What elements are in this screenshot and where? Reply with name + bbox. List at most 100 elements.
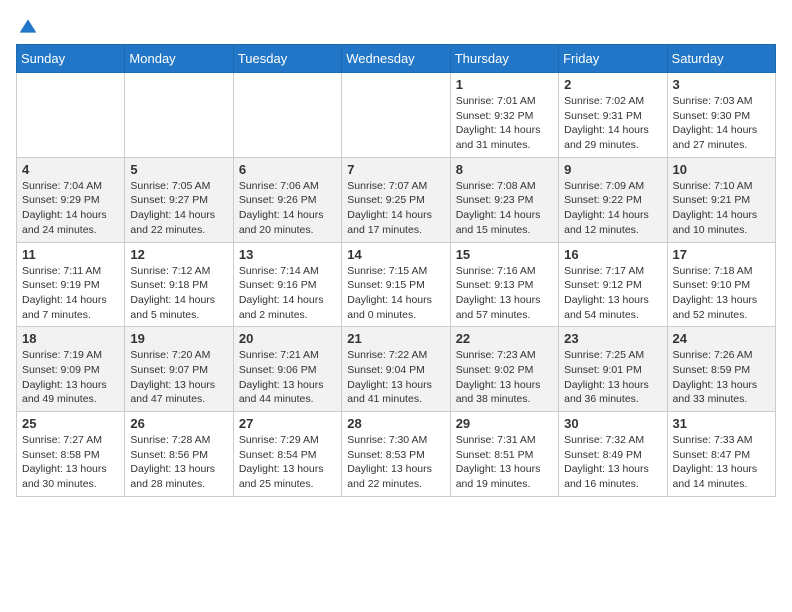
logo-icon — [18, 16, 38, 36]
day-detail: Sunrise: 7:09 AM Sunset: 9:22 PM Dayligh… — [564, 179, 661, 238]
day-number: 14 — [347, 247, 444, 262]
day-number: 2 — [564, 77, 661, 92]
day-detail: Sunrise: 7:05 AM Sunset: 9:27 PM Dayligh… — [130, 179, 227, 238]
day-detail: Sunrise: 7:26 AM Sunset: 8:59 PM Dayligh… — [673, 348, 770, 407]
day-number: 7 — [347, 162, 444, 177]
calendar-cell: 9 Sunrise: 7:09 AM Sunset: 9:22 PM Daylig… — [559, 157, 667, 242]
calendar-cell: 31 Sunrise: 7:33 AM Sunset: 8:47 PM Dayli… — [667, 412, 775, 497]
day-header-tuesday: Tuesday — [233, 45, 341, 73]
calendar-cell — [125, 73, 233, 158]
calendar-cell: 8 Sunrise: 7:08 AM Sunset: 9:23 PM Daylig… — [450, 157, 558, 242]
day-number: 30 — [564, 416, 661, 431]
calendar-cell: 25Sunrise: 7:27 AM Sunset: 8:58 PM Dayli… — [17, 412, 125, 497]
day-detail: Sunrise: 7:08 AM Sunset: 9:23 PM Dayligh… — [456, 179, 553, 238]
calendar-header-row: SundayMondayTuesdayWednesdayThursdayFrid… — [17, 45, 776, 73]
day-number: 4 — [22, 162, 119, 177]
calendar-table: SundayMondayTuesdayWednesdayThursdayFrid… — [16, 44, 776, 497]
day-number: 8 — [456, 162, 553, 177]
day-detail: Sunrise: 7:14 AM Sunset: 9:16 PM Dayligh… — [239, 264, 336, 323]
day-header-saturday: Saturday — [667, 45, 775, 73]
calendar-cell: 27 Sunrise: 7:29 AM Sunset: 8:54 PM Dayli… — [233, 412, 341, 497]
logo — [16, 16, 38, 36]
calendar-cell: 5 Sunrise: 7:05 AM Sunset: 9:27 PM Daylig… — [125, 157, 233, 242]
day-detail: Sunrise: 7:17 AM Sunset: 9:12 PM Dayligh… — [564, 264, 661, 323]
calendar-cell — [233, 73, 341, 158]
calendar-cell: 26 Sunrise: 7:28 AM Sunset: 8:56 PM Dayli… — [125, 412, 233, 497]
calendar-week-row: 11Sunrise: 7:11 AM Sunset: 9:19 PM Dayli… — [17, 242, 776, 327]
day-number: 21 — [347, 331, 444, 346]
day-number: 3 — [673, 77, 770, 92]
calendar-cell: 3 Sunrise: 7:03 AM Sunset: 9:30 PM Daylig… — [667, 73, 775, 158]
calendar-cell: 11Sunrise: 7:11 AM Sunset: 9:19 PM Dayli… — [17, 242, 125, 327]
calendar-cell: 28 Sunrise: 7:30 AM Sunset: 8:53 PM Dayli… — [342, 412, 450, 497]
day-detail: Sunrise: 7:16 AM Sunset: 9:13 PM Dayligh… — [456, 264, 553, 323]
calendar-cell: 29Sunrise: 7:31 AM Sunset: 8:51 PM Dayli… — [450, 412, 558, 497]
day-detail: Sunrise: 7:03 AM Sunset: 9:30 PM Dayligh… — [673, 94, 770, 153]
day-number: 9 — [564, 162, 661, 177]
day-detail: Sunrise: 7:18 AM Sunset: 9:10 PM Dayligh… — [673, 264, 770, 323]
calendar-week-row: 1 Sunrise: 7:01 AM Sunset: 9:32 PM Daylig… — [17, 73, 776, 158]
day-detail: Sunrise: 7:21 AM Sunset: 9:06 PM Dayligh… — [239, 348, 336, 407]
day-number: 27 — [239, 416, 336, 431]
calendar-cell: 13 Sunrise: 7:14 AM Sunset: 9:16 PM Dayli… — [233, 242, 341, 327]
calendar-cell — [17, 73, 125, 158]
day-detail: Sunrise: 7:28 AM Sunset: 8:56 PM Dayligh… — [130, 433, 227, 492]
calendar-week-row: 25Sunrise: 7:27 AM Sunset: 8:58 PM Dayli… — [17, 412, 776, 497]
calendar-cell: 16 Sunrise: 7:17 AM Sunset: 9:12 PM Dayli… — [559, 242, 667, 327]
day-detail: Sunrise: 7:25 AM Sunset: 9:01 PM Dayligh… — [564, 348, 661, 407]
day-detail: Sunrise: 7:15 AM Sunset: 9:15 PM Dayligh… — [347, 264, 444, 323]
day-detail: Sunrise: 7:22 AM Sunset: 9:04 PM Dayligh… — [347, 348, 444, 407]
day-detail: Sunrise: 7:01 AM Sunset: 9:32 PM Dayligh… — [456, 94, 553, 153]
calendar-cell: 14 Sunrise: 7:15 AM Sunset: 9:15 PM Dayli… — [342, 242, 450, 327]
day-header-friday: Friday — [559, 45, 667, 73]
day-number: 12 — [130, 247, 227, 262]
day-number: 26 — [130, 416, 227, 431]
calendar-cell: 2 Sunrise: 7:02 AM Sunset: 9:31 PM Daylig… — [559, 73, 667, 158]
day-detail: Sunrise: 7:31 AM Sunset: 8:51 PM Dayligh… — [456, 433, 553, 492]
day-number: 13 — [239, 247, 336, 262]
day-detail: Sunrise: 7:10 AM Sunset: 9:21 PM Dayligh… — [673, 179, 770, 238]
calendar-cell: 18 Sunrise: 7:19 AM Sunset: 9:09 PM Dayli… — [17, 327, 125, 412]
day-detail: Sunrise: 7:29 AM Sunset: 8:54 PM Dayligh… — [239, 433, 336, 492]
day-header-thursday: Thursday — [450, 45, 558, 73]
day-header-sunday: Sunday — [17, 45, 125, 73]
calendar-cell: 24Sunrise: 7:26 AM Sunset: 8:59 PM Dayli… — [667, 327, 775, 412]
calendar-cell: 22Sunrise: 7:23 AM Sunset: 9:02 PM Dayli… — [450, 327, 558, 412]
calendar-cell: 1 Sunrise: 7:01 AM Sunset: 9:32 PM Daylig… — [450, 73, 558, 158]
calendar-cell: 12Sunrise: 7:12 AM Sunset: 9:18 PM Dayli… — [125, 242, 233, 327]
day-detail: Sunrise: 7:30 AM Sunset: 8:53 PM Dayligh… — [347, 433, 444, 492]
day-number: 11 — [22, 247, 119, 262]
day-number: 19 — [130, 331, 227, 346]
day-number: 5 — [130, 162, 227, 177]
day-number: 17 — [673, 247, 770, 262]
calendar-cell: 30 Sunrise: 7:32 AM Sunset: 8:49 PM Dayli… — [559, 412, 667, 497]
calendar-cell: 23 Sunrise: 7:25 AM Sunset: 9:01 PM Dayli… — [559, 327, 667, 412]
header — [16, 16, 776, 36]
day-detail: Sunrise: 7:07 AM Sunset: 9:25 PM Dayligh… — [347, 179, 444, 238]
day-detail: Sunrise: 7:19 AM Sunset: 9:09 PM Dayligh… — [22, 348, 119, 407]
day-number: 15 — [456, 247, 553, 262]
day-number: 1 — [456, 77, 553, 92]
calendar-cell: 4 Sunrise: 7:04 AM Sunset: 9:29 PM Daylig… — [17, 157, 125, 242]
day-detail: Sunrise: 7:02 AM Sunset: 9:31 PM Dayligh… — [564, 94, 661, 153]
day-header-monday: Monday — [125, 45, 233, 73]
calendar-cell — [342, 73, 450, 158]
day-number: 16 — [564, 247, 661, 262]
day-detail: Sunrise: 7:04 AM Sunset: 9:29 PM Dayligh… — [22, 179, 119, 238]
day-number: 18 — [22, 331, 119, 346]
calendar-cell: 7 Sunrise: 7:07 AM Sunset: 9:25 PM Daylig… — [342, 157, 450, 242]
calendar-cell: 10Sunrise: 7:10 AM Sunset: 9:21 PM Dayli… — [667, 157, 775, 242]
day-number: 23 — [564, 331, 661, 346]
day-detail: Sunrise: 7:06 AM Sunset: 9:26 PM Dayligh… — [239, 179, 336, 238]
calendar-cell: 15 Sunrise: 7:16 AM Sunset: 9:13 PM Dayli… — [450, 242, 558, 327]
day-number: 28 — [347, 416, 444, 431]
day-detail: Sunrise: 7:32 AM Sunset: 8:49 PM Dayligh… — [564, 433, 661, 492]
calendar-cell: 19Sunrise: 7:20 AM Sunset: 9:07 PM Dayli… — [125, 327, 233, 412]
day-number: 20 — [239, 331, 336, 346]
day-number: 6 — [239, 162, 336, 177]
day-number: 31 — [673, 416, 770, 431]
calendar-cell: 6 Sunrise: 7:06 AM Sunset: 9:26 PM Daylig… — [233, 157, 341, 242]
day-detail: Sunrise: 7:33 AM Sunset: 8:47 PM Dayligh… — [673, 433, 770, 492]
day-detail: Sunrise: 7:27 AM Sunset: 8:58 PM Dayligh… — [22, 433, 119, 492]
day-number: 22 — [456, 331, 553, 346]
